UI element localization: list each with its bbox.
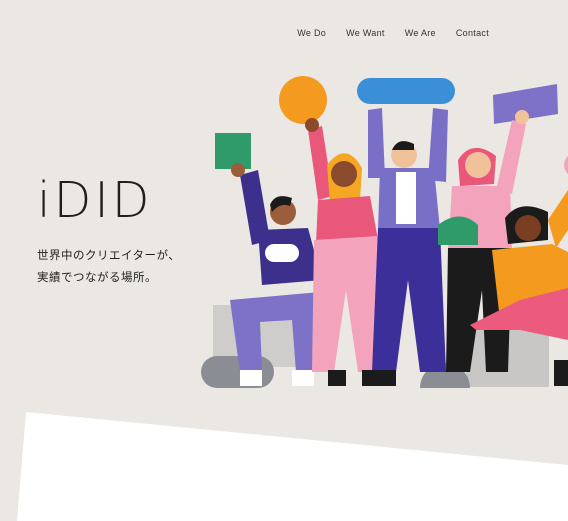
- person-2-head: [331, 161, 357, 187]
- person-4-head: [465, 152, 491, 178]
- person-4-green-object: [438, 216, 478, 245]
- person-1-shoe-left: [240, 370, 262, 386]
- pink-circle-edge: [564, 156, 568, 174]
- person-3-shirt: [396, 172, 416, 224]
- person-1-hand: [231, 163, 245, 177]
- nav-we-are[interactable]: We Are: [405, 28, 436, 38]
- nav-we-do[interactable]: We Do: [297, 28, 326, 38]
- nav-we-want[interactable]: We Want: [346, 28, 385, 38]
- person-2-hand: [305, 118, 319, 132]
- person-4-hand: [515, 110, 529, 124]
- hero-illustration: [201, 76, 568, 388]
- person-2-shoe: [328, 370, 346, 386]
- site-logo[interactable]: iDID: [37, 176, 153, 225]
- hero-tagline: 世界中のクリエイターが、 実績でつながる場所。: [37, 244, 180, 288]
- green-square: [215, 133, 251, 169]
- person-3-arm-left: [368, 108, 385, 178]
- blue-pill: [357, 78, 455, 104]
- person-3-shoe: [362, 370, 396, 386]
- person-3-hair: [392, 141, 414, 150]
- person-5-head: [515, 215, 541, 241]
- nav-contact[interactable]: Contact: [456, 28, 489, 38]
- person-4-arm: [496, 120, 526, 194]
- person-3-legs: [372, 228, 446, 372]
- person-1-shoe-right: [292, 370, 314, 386]
- grey-pill-left: [201, 356, 274, 388]
- orange-ball: [279, 76, 327, 124]
- main-nav: We Do We Want We Are Contact: [297, 28, 489, 38]
- tagline-line-2: 実績でつながる場所。: [37, 270, 157, 284]
- person-5-shoe: [554, 360, 568, 386]
- person-5-arm: [548, 190, 568, 248]
- tagline-line-1: 世界中のクリエイターが、: [37, 248, 181, 262]
- person-2-legs: [312, 236, 382, 372]
- person-1-cloth: [265, 244, 299, 262]
